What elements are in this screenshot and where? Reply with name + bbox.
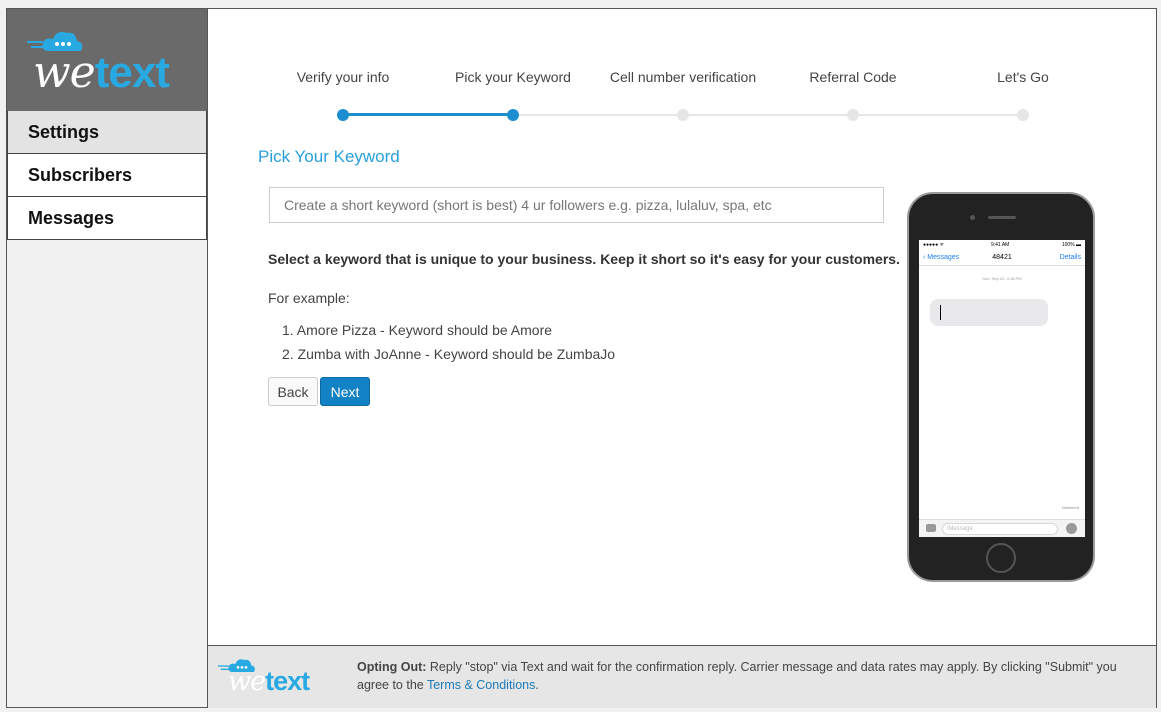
message-bubble xyxy=(930,299,1048,326)
battery-icon: 100% ▬ xyxy=(1061,242,1081,248)
signal-icon: ●●●●● ᯤ xyxy=(923,242,945,248)
text-cursor xyxy=(940,305,941,320)
phone-camera xyxy=(970,215,975,220)
phone-compose-bar: iMessage xyxy=(919,519,1085,537)
footer: wetext Opting Out: Reply "stop" via Text… xyxy=(207,645,1156,708)
phone-message-header: ‹ Messages 48421 Details xyxy=(919,250,1085,266)
phone-details-link: Details xyxy=(1059,254,1081,261)
list-item: 1. Amore Pizza - Keyword should be Amore xyxy=(282,322,553,338)
phone-message-date: Sun, Sep 22, 4:18 PM xyxy=(982,276,1022,281)
opt-out-label: Opting Out: xyxy=(357,660,427,674)
step-dot xyxy=(677,109,689,121)
terms-suffix: . xyxy=(535,678,539,692)
sidebar: wetext Settings Subscribers Messages xyxy=(7,9,207,707)
sidebar-item-settings[interactable]: Settings xyxy=(7,111,207,154)
phone-message-input: iMessage xyxy=(942,523,1058,535)
step-dot xyxy=(847,109,859,121)
step-dot xyxy=(507,109,519,121)
example-heading: For example: xyxy=(268,290,350,306)
progress-fill xyxy=(343,113,513,116)
page-title: Pick Your Keyword xyxy=(258,147,400,166)
opt-out-text: Opting Out: Reply "stop" via Text and wa… xyxy=(357,658,1147,694)
battery-level: 100% xyxy=(1061,242,1075,248)
keyword-input[interactable] xyxy=(269,187,884,223)
phone-home-button xyxy=(986,543,1016,573)
logo-text: text xyxy=(265,666,310,696)
logo-we: we xyxy=(33,47,96,98)
app-frame: wetext Settings Subscribers Messages Ver… xyxy=(6,8,1157,708)
phone-preview: ●●●●● ᯤ 9:41 AM 100% ▬ ‹ Messages 48421 … xyxy=(907,192,1095,582)
terms-link[interactable]: Terms & Conditions xyxy=(427,678,535,692)
delivered-label: Delivered xyxy=(1062,505,1079,510)
step-dot xyxy=(337,109,349,121)
phone-screen: ●●●●● ᯤ 9:41 AM 100% ▬ ‹ Messages 48421 … xyxy=(919,240,1085,537)
logo-text: text xyxy=(94,48,170,97)
list-item: 2. Zumba with JoAnne - Keyword should be… xyxy=(282,346,616,362)
step-label: Referral Code xyxy=(809,69,897,85)
logo: wetext xyxy=(7,9,207,111)
sidebar-item-messages[interactable]: Messages xyxy=(7,197,207,240)
microphone-icon xyxy=(1066,523,1077,534)
main-content: Verify your info Pick your Keyword Cell … xyxy=(207,9,1156,645)
sidebar-item-subscribers[interactable]: Subscribers xyxy=(7,154,207,197)
phone-status-bar: ●●●●● ᯤ 9:41 AM 100% ▬ xyxy=(919,240,1085,250)
step-label: Let's Go xyxy=(997,69,1049,85)
step-dot xyxy=(1017,109,1029,121)
logo-we: we xyxy=(228,666,266,697)
step-label: Pick your Keyword xyxy=(455,69,571,85)
instruction-text: Select a keyword that is unique to your … xyxy=(268,251,900,267)
camera-icon xyxy=(926,524,936,532)
step-label: Cell number verification xyxy=(609,69,757,85)
phone-speaker xyxy=(988,216,1016,219)
next-button[interactable]: Next xyxy=(320,377,370,406)
phone-time: 9:41 AM xyxy=(991,242,1010,248)
step-label: Verify your info xyxy=(296,69,390,85)
back-button[interactable]: Back xyxy=(268,377,318,406)
footer-logo: wetext xyxy=(228,666,310,697)
